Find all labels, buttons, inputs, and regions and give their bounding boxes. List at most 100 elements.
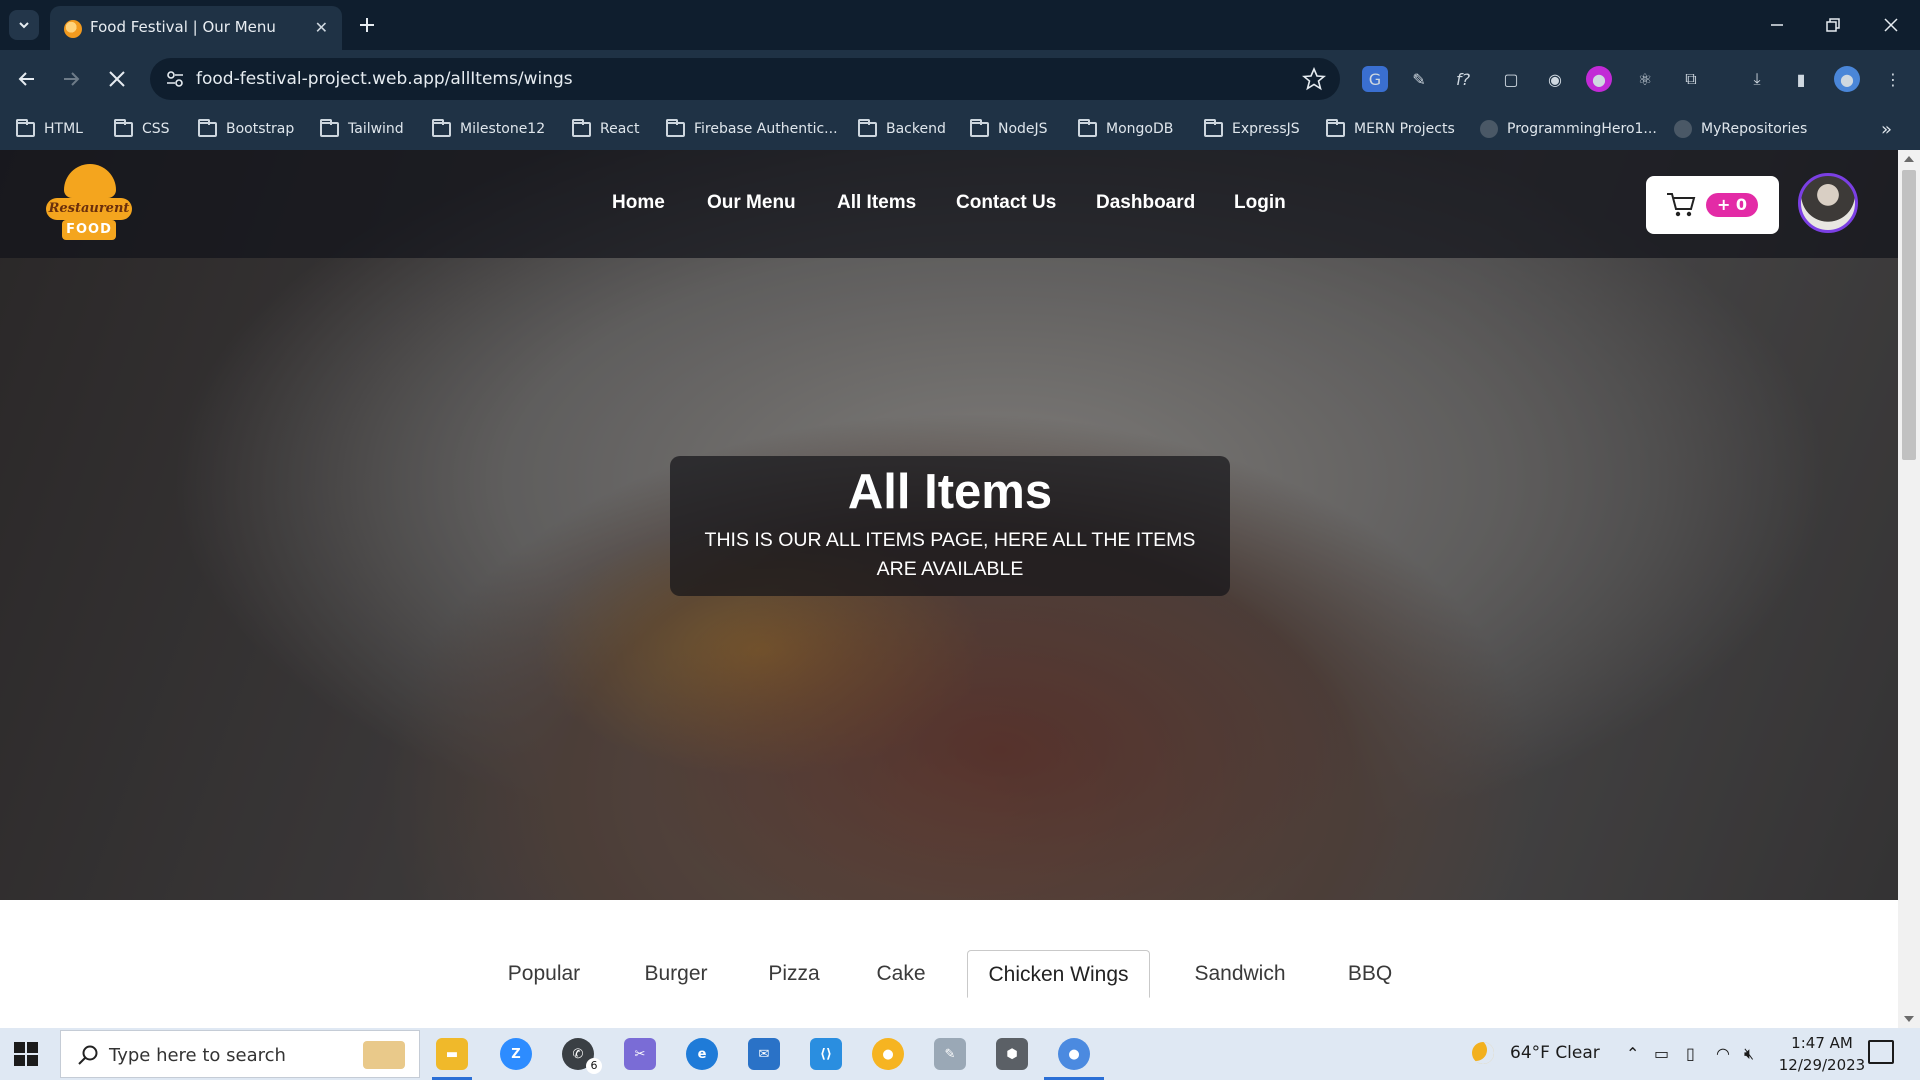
edge-icon[interactable]: e — [686, 1038, 718, 1070]
tab-sandwich[interactable]: Sandwich — [1178, 950, 1302, 998]
hero-title: All Items — [847, 465, 1053, 519]
back-button[interactable] — [14, 66, 40, 92]
more-menu-icon[interactable]: ⋮ — [1880, 66, 1906, 92]
tab-cake[interactable]: Cake — [862, 950, 940, 998]
url-text: food-festival-project.web.app/allItems/w… — [196, 69, 573, 89]
nav-home[interactable]: Home — [612, 192, 665, 214]
tab-burger[interactable]: Burger — [626, 950, 726, 998]
notification-icon[interactable] — [1868, 1040, 1894, 1064]
windows-start-icon[interactable] — [14, 1042, 38, 1066]
bookmark-label: Milestone12 — [460, 121, 546, 137]
site-settings-icon[interactable] — [164, 68, 186, 90]
bookmark-backend[interactable]: Backend — [858, 118, 946, 140]
bookmark-label: ProgrammingHero1... — [1507, 121, 1657, 137]
zoom-icon[interactable]: Z — [500, 1038, 532, 1070]
address-bar[interactable]: food-festival-project.web.app/allItems/w… — [150, 58, 1340, 100]
chevron-up-icon[interactable]: ⌃ — [1626, 1044, 1639, 1063]
tab-pizza[interactable]: Pizza — [754, 950, 834, 998]
restore-button[interactable] — [1820, 12, 1846, 38]
folder-icon — [432, 118, 451, 137]
scroll-up-icon[interactable] — [1904, 156, 1914, 162]
new-tab-button[interactable] — [354, 12, 380, 38]
folder-icon — [666, 118, 685, 137]
nav-dashboard[interactable]: Dashboard — [1096, 192, 1195, 214]
minimize-button[interactable] — [1764, 12, 1790, 38]
folder-icon — [1078, 118, 1097, 137]
windows-taskbar: Type here to search ▬ Z ✆ 6 ✂ e ✉ ⟨⟩ ● ✎… — [0, 1028, 1920, 1080]
taskbar-search-box[interactable]: Type here to search — [60, 1030, 420, 1078]
camera-icon[interactable]: ◉ — [1542, 66, 1568, 92]
wifi-icon[interactable]: ◠ — [1716, 1044, 1730, 1063]
bookmark-css[interactable]: CSS — [114, 118, 170, 140]
close-window-button[interactable] — [1878, 12, 1904, 38]
nav-login[interactable]: Login — [1234, 192, 1286, 214]
folder-icon — [16, 118, 35, 137]
mail-icon[interactable]: ✉ — [748, 1038, 780, 1070]
bookmark-react[interactable]: React — [572, 118, 639, 140]
file-explorer-icon[interactable]: ▬ — [436, 1038, 468, 1070]
battery-icon[interactable]: ▭ — [1654, 1044, 1669, 1063]
bookmark-star-icon[interactable] — [1302, 67, 1326, 91]
cart-button[interactable]: + 0 — [1646, 176, 1779, 234]
bookmark-html[interactable]: HTML — [16, 118, 83, 140]
arrow-right-icon — [64, 72, 80, 86]
bookmark-milestone12[interactable]: Milestone12 — [432, 118, 545, 140]
notepad-icon[interactable]: ✎ — [934, 1038, 966, 1070]
tab-search-button[interactable] — [9, 10, 39, 40]
more-bookmarks-icon[interactable]: » — [1881, 119, 1892, 140]
bookmark-label: CSS — [142, 121, 170, 137]
bookmark-tailwind[interactable]: Tailwind — [320, 118, 404, 140]
site-navbar: Restaurent FOOD Home Our Menu All Items … — [0, 150, 1898, 258]
bookmark-bootstrap[interactable]: Bootstrap — [198, 118, 294, 140]
clock-time[interactable]: 1:47 AM — [1786, 1034, 1858, 1052]
chrome-canary-icon[interactable]: ● — [872, 1038, 904, 1070]
scroll-thumb[interactable] — [1902, 170, 1916, 460]
folder-icon — [970, 118, 989, 137]
function-extension-icon[interactable]: f? — [1450, 66, 1476, 92]
bookmark-mern-projects[interactable]: MERN Projects — [1326, 118, 1455, 140]
cube-app-icon[interactable]: ⬢ — [996, 1038, 1028, 1070]
bookmark-myrepositories[interactable]: MyRepositories — [1674, 118, 1807, 140]
bookmark-programminghero[interactable]: ProgrammingHero1... — [1480, 118, 1657, 140]
tab-close-icon[interactable]: ✕ — [315, 18, 328, 37]
moon-icon — [1472, 1042, 1494, 1064]
downloads-icon[interactable]: ⤓ — [1744, 66, 1770, 92]
extension-purple-icon[interactable]: ● — [1586, 66, 1612, 92]
active-tab[interactable]: Food Festival | Our Menu ✕ — [50, 6, 342, 50]
device-icon[interactable]: ▯ — [1686, 1044, 1695, 1063]
nav-our-menu[interactable]: Our Menu — [707, 192, 796, 214]
category-tabs: Popular Burger Pizza Cake Chicken Wings … — [0, 950, 1898, 998]
bookmark-firebase[interactable]: Firebase Authentic... — [666, 118, 838, 140]
tab-popular[interactable]: Popular — [490, 950, 598, 998]
bookmark-nodejs[interactable]: NodeJS — [970, 118, 1048, 140]
bookmark-expressjs[interactable]: ExpressJS — [1204, 118, 1300, 140]
user-avatar[interactable] — [1798, 173, 1858, 233]
bookmark-mongodb[interactable]: MongoDB — [1078, 118, 1173, 140]
scroll-down-icon[interactable] — [1904, 1016, 1914, 1022]
search-icon — [78, 1045, 98, 1065]
page-scrollbar[interactable] — [1898, 150, 1920, 1028]
stop-loading-button[interactable] — [104, 66, 130, 92]
bookmark-label: Backend — [886, 121, 946, 137]
snipping-tool-icon[interactable]: ✂ — [624, 1038, 656, 1070]
tab-title: Food Festival | Our Menu — [90, 18, 276, 36]
eyedropper-icon[interactable]: ✎ — [1406, 66, 1432, 92]
side-panel-icon[interactable]: ▮ — [1788, 66, 1814, 92]
volume-muted-icon[interactable]: 🔇︎ — [1744, 1044, 1754, 1064]
site-logo[interactable]: Restaurent FOOD — [46, 164, 132, 244]
tab-bbq[interactable]: BBQ — [1330, 950, 1410, 998]
react-devtools-icon[interactable]: ⚛ — [1632, 66, 1658, 92]
nav-all-items[interactable]: All Items — [837, 192, 916, 214]
nav-contact-us[interactable]: Contact Us — [956, 192, 1056, 214]
clock-date[interactable]: 12/29/2023 — [1776, 1056, 1868, 1074]
extensions-puzzle-icon[interactable]: ⧉ — [1678, 66, 1704, 92]
vscode-icon[interactable]: ⟨⟩ — [810, 1038, 842, 1070]
tab-chicken-wings[interactable]: Chicken Wings — [967, 950, 1150, 998]
google-translate-icon[interactable]: G — [1362, 66, 1388, 92]
chrome-icon[interactable]: ● — [1058, 1038, 1090, 1070]
profile-icon[interactable]: ● — [1834, 66, 1860, 92]
forward-button[interactable] — [58, 66, 84, 92]
search-placeholder: Type here to search — [109, 1045, 286, 1066]
weather-text[interactable]: 64°F Clear — [1510, 1043, 1600, 1063]
screen-capture-icon[interactable]: ▢ — [1498, 66, 1524, 92]
